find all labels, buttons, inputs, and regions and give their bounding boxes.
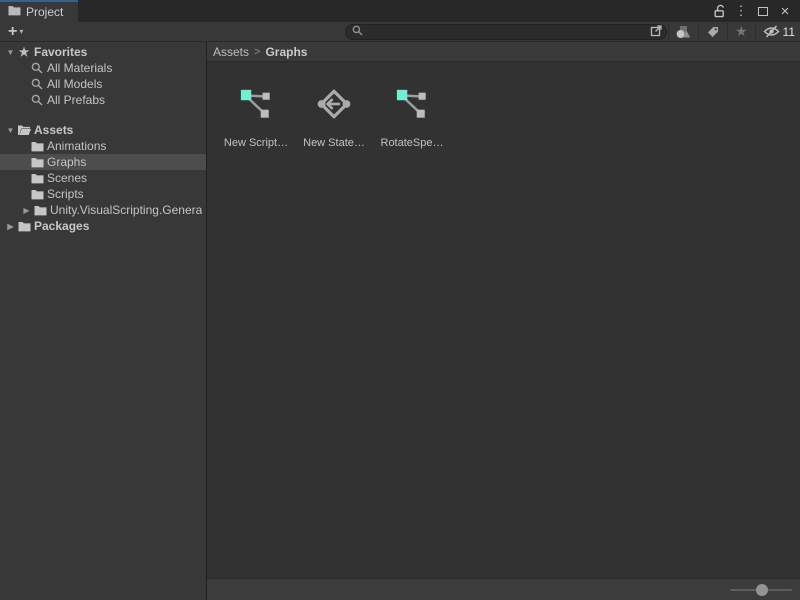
maximize-icon[interactable] [754, 2, 772, 20]
project-window: Project ⋮ × + ▾ [0, 0, 800, 600]
sidebar-item-all-models[interactable]: All Models [0, 76, 206, 92]
asset-panel: Assets > Graphs New Script [207, 42, 800, 600]
state-graph-icon [316, 86, 352, 122]
sidebar-item-all-materials[interactable]: All Materials [0, 60, 206, 76]
sidebar-item-scripts[interactable]: Scripts [0, 186, 206, 202]
sidebar-item-graphs[interactable]: Graphs [0, 154, 206, 170]
asset-item-new-script[interactable]: New Script… [221, 86, 291, 149]
eye-off-icon [763, 25, 780, 38]
breadcrumb-assets[interactable]: Assets [213, 45, 249, 59]
status-bar [207, 578, 800, 600]
sidebar-item-assets[interactable]: ▼ Assets [0, 122, 206, 138]
sidebar-item-all-prefabs[interactable]: All Prefabs [0, 92, 206, 108]
tab-project[interactable]: Project [0, 0, 78, 22]
kebab-menu-icon[interactable]: ⋮ [732, 2, 750, 20]
search-input[interactable] [367, 26, 650, 38]
foldout-collapsed-icon[interactable]: ▶ [20, 206, 33, 215]
tab-title: Project [26, 5, 63, 19]
sidebar-item-favorites[interactable]: ▼ ★ Favorites [0, 44, 206, 60]
plus-icon: + [8, 24, 17, 40]
window-controls: ⋮ × [710, 0, 800, 22]
star-icon: ★ [735, 23, 748, 40]
search-by-type-button[interactable] [669, 22, 698, 42]
asset-item-new-state[interactable]: New State… [299, 86, 369, 149]
folder-icon [30, 141, 44, 152]
create-add-button[interactable]: + ▾ [0, 22, 29, 41]
asset-item-rotatespeed[interactable]: RotateSpe… [377, 86, 447, 149]
open-folder-icon [17, 124, 31, 136]
asset-grid[interactable]: New Script… New State… [207, 62, 800, 578]
breadcrumb: Assets > Graphs [207, 42, 800, 62]
favorites-filter-button[interactable]: ★ [728, 22, 755, 42]
star-icon: ★ [17, 45, 31, 59]
script-graph-icon [238, 86, 274, 122]
folder-tree: ▼ ★ Favorites All Materials All Models [0, 42, 207, 600]
project-body: ▼ ★ Favorites All Materials All Models [0, 42, 800, 600]
breadcrumb-graphs[interactable]: Graphs [265, 45, 307, 59]
search-icon [352, 25, 364, 39]
hidden-items-button[interactable]: 11 [756, 22, 800, 42]
folder-icon [30, 189, 44, 200]
sidebar-item-scenes[interactable]: Scenes [0, 170, 206, 186]
tabbar-spacer [78, 0, 710, 22]
folder-icon [8, 5, 21, 19]
search-field[interactable] [345, 24, 667, 40]
sidebar-item-packages[interactable]: ▶ Packages [0, 218, 206, 234]
foldout-expanded-icon[interactable]: ▼ [4, 48, 17, 57]
shapes-icon [676, 25, 691, 39]
tab-bar: Project ⋮ × [0, 0, 800, 22]
folder-icon [30, 173, 44, 184]
search-icon [30, 94, 44, 106]
tag-icon [706, 25, 720, 39]
asset-label: RotateSpe… [381, 137, 444, 149]
sidebar-item-unity-visualscripting[interactable]: ▶ Unity.VisualScripting.Genera [0, 202, 206, 218]
foldout-collapsed-icon[interactable]: ▶ [4, 222, 17, 231]
folder-icon [17, 221, 31, 232]
open-search-window-icon[interactable] [650, 24, 663, 40]
slider-knob[interactable] [756, 584, 768, 596]
script-graph-icon [394, 86, 430, 122]
folder-icon [30, 157, 44, 168]
close-icon[interactable]: × [776, 2, 794, 20]
hidden-count: 11 [783, 25, 795, 39]
search-icon [30, 78, 44, 90]
breadcrumb-separator-icon: > [254, 46, 260, 58]
search-by-label-button[interactable] [699, 22, 727, 42]
icon-size-slider[interactable] [730, 584, 792, 596]
search-icon [30, 62, 44, 74]
chevron-down-icon: ▾ [19, 27, 23, 36]
sidebar-item-animations[interactable]: Animations [0, 138, 206, 154]
asset-label: New State… [303, 137, 365, 149]
asset-label: New Script… [224, 137, 288, 149]
folder-icon [33, 205, 47, 216]
foldout-expanded-icon[interactable]: ▼ [4, 126, 17, 135]
project-toolbar: + ▾ [0, 22, 800, 42]
sidebar-gap [0, 108, 206, 122]
unlock-icon[interactable] [710, 2, 728, 20]
